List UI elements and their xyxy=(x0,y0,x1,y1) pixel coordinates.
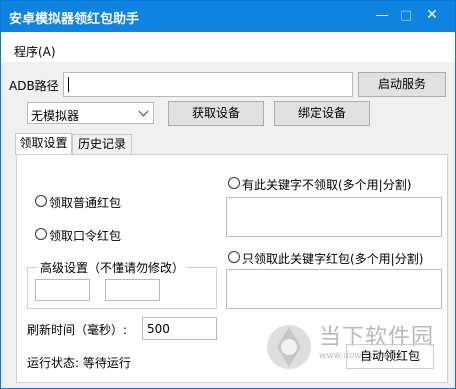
menu-bar: 程序(A) xyxy=(1,32,455,62)
radio-exclude-keywords[interactable] xyxy=(228,177,240,189)
bind-device-button[interactable]: 绑定设备 xyxy=(274,101,370,126)
emulator-select[interactable]: 无模拟器 xyxy=(27,102,154,124)
status-label: 运行状态: 等待运行 xyxy=(27,356,131,370)
close-button[interactable]: ✕ xyxy=(417,1,447,32)
radio-include-keywords[interactable] xyxy=(228,251,240,263)
chevron-down-icon xyxy=(138,106,149,117)
maximize-button[interactable]: □ xyxy=(393,1,419,32)
start-service-button[interactable]: 启动服务 xyxy=(358,72,446,97)
adb-path-input[interactable] xyxy=(63,72,353,97)
normal-packet-label: 领取普通红包 xyxy=(49,196,122,210)
minimize-button[interactable]: — xyxy=(369,1,395,32)
radio-password-packet[interactable] xyxy=(35,228,47,240)
include-keywords-input[interactable] xyxy=(226,269,442,309)
emulator-select-value: 无模拟器 xyxy=(31,109,80,123)
window-title: 安卓模拟器领红包助手 xyxy=(9,12,140,27)
tab-history[interactable]: 历史记录 xyxy=(72,134,132,154)
radio-normal-packet[interactable] xyxy=(35,195,47,207)
text-cursor xyxy=(68,77,69,92)
advanced-settings-title: 高级设置（不懂请勿修改） xyxy=(37,259,188,276)
include-keywords-label: 只领取此关键字红包(多个用|分割) xyxy=(242,252,424,266)
adb-path-label: ADB路径 xyxy=(9,79,59,93)
title-bar[interactable]: 安卓模拟器领红包助手 — □ ✕ xyxy=(1,1,455,32)
password-packet-label: 领取口令红包 xyxy=(49,229,122,243)
refresh-time-label: 刷新时间（毫秒）: xyxy=(27,323,128,337)
advanced-input-1[interactable] xyxy=(35,279,90,301)
menu-program[interactable]: 程序(A) xyxy=(14,43,56,60)
tab-claim-settings[interactable]: 领取设置 xyxy=(15,133,72,155)
advanced-input-2[interactable] xyxy=(105,279,160,301)
refresh-time-value: 500 xyxy=(147,322,170,336)
exclude-keywords-label: 有此关键字不领取(多个用|分割) xyxy=(242,178,412,192)
get-device-button[interactable]: 获取设备 xyxy=(168,101,264,126)
exclude-keywords-input[interactable] xyxy=(226,197,442,237)
app-window: 安卓模拟器领红包助手 — □ ✕ 程序(A) ADB路径 启动服务 无模拟器 获… xyxy=(0,0,456,389)
refresh-time-input[interactable]: 500 xyxy=(142,317,217,340)
auto-claim-button[interactable]: 自动领红包 xyxy=(346,344,434,369)
